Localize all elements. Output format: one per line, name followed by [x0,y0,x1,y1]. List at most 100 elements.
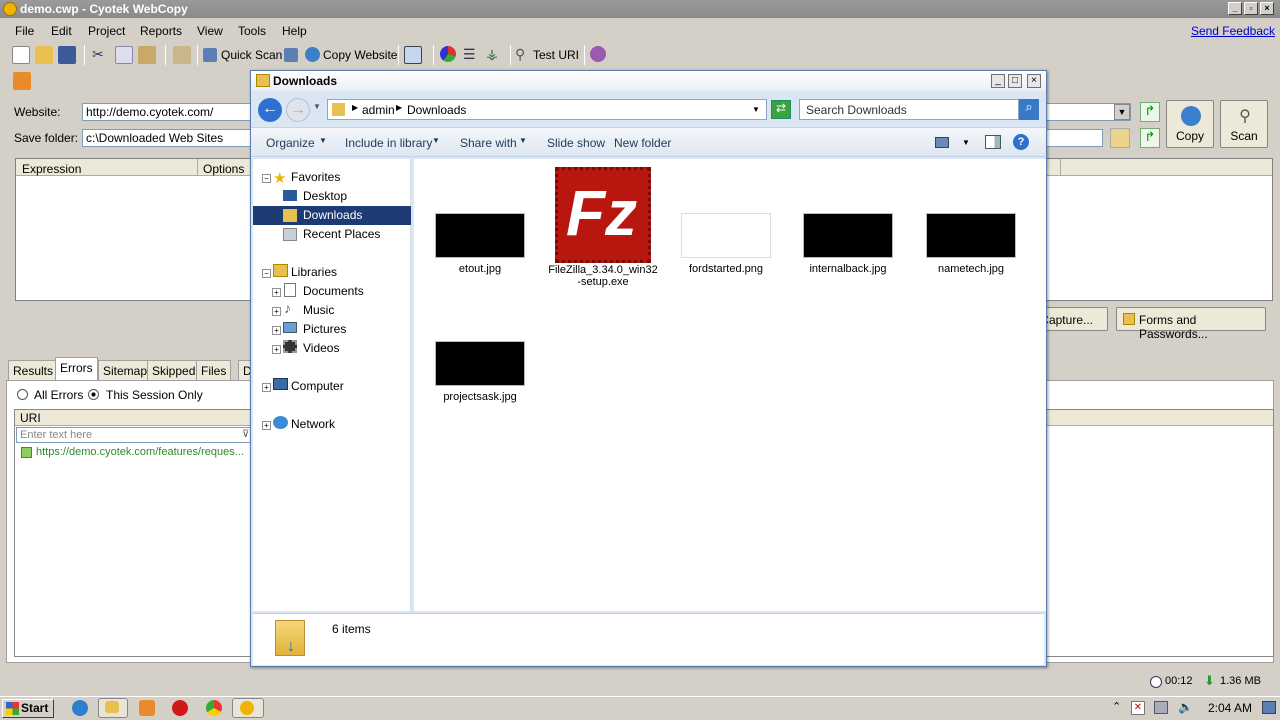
media-player-icon[interactable] [139,700,155,716]
column-header-expression[interactable]: Expression [22,162,81,176]
website-input[interactable]: http://demo.cyotek.com/ [82,103,252,121]
menu-project[interactable]: Project [88,24,125,38]
search-input[interactable]: Search Downloads [799,99,1019,120]
breadcrumb-downloads[interactable]: Downloads [407,103,466,117]
session-only-radio[interactable] [88,389,99,400]
rss-icon[interactable] [13,72,31,90]
maximize-button[interactable]: ▫ [1244,2,1258,15]
list-icon[interactable]: ☰ [463,46,481,64]
tab-sitemap[interactable]: Sitemap [98,360,153,380]
sitemap-icon[interactable]: ⚶ [486,46,504,64]
uri-filter-input[interactable]: Enter text here [16,427,251,443]
history-dropdown-icon[interactable]: ▼ [313,102,321,111]
back-arrow-icon[interactable]: ← [258,98,282,122]
column-header-options[interactable]: Options [203,162,244,176]
explorer-minimize-button[interactable]: _ [991,74,1005,88]
menu-file[interactable]: File [15,24,34,38]
quick-scan-icon[interactable] [203,48,217,62]
clock[interactable]: 2:04 AM [1208,701,1252,715]
show-hidden-icons[interactable]: ⌃ [1112,700,1121,713]
menu-tools[interactable]: Tools [238,24,266,38]
nav-downloads[interactable]: Downloads [253,206,411,225]
tab-skipped[interactable]: Skipped [147,360,201,380]
nav-desktop[interactable]: Desktop [253,187,411,206]
copy-button[interactable]: Copy [1166,100,1214,148]
new-folder-button[interactable]: New folder [614,136,671,150]
properties-icon[interactable] [173,46,191,64]
network-tray-icon[interactable] [1154,701,1168,714]
save-icon[interactable] [58,46,76,64]
nav-pictures[interactable]: Pictures [253,320,411,339]
address-dropdown-icon[interactable]: ▼ [752,105,760,114]
menu-help[interactable]: Help [282,24,307,38]
preview-pane-icon[interactable] [985,135,1001,149]
save-folder-input-tail[interactable] [1045,129,1103,147]
menu-edit[interactable]: Edit [51,24,72,38]
go-arrow-icon[interactable]: ↱ [1140,128,1160,148]
column-header-uri[interactable]: URI [20,411,41,425]
view-dropdown-icon[interactable]: ▼ [962,138,970,147]
save-folder-input[interactable]: c:\Downloaded Web Sites [82,129,252,147]
copy-icon[interactable] [115,46,133,64]
browse-folder-icon[interactable] [1110,128,1130,148]
send-feedback-link[interactable]: Send Feedback [1191,24,1275,38]
go-arrow-icon[interactable]: ↱ [1140,102,1160,122]
address-bar[interactable]: ▶ admin ▶ Downloads ▼ [327,99,767,120]
file-item[interactable]: Fz FileZilla_3.34.0_win32-setup.exe [548,167,658,288]
nav-videos[interactable]: Videos [253,339,411,358]
copy-website-button[interactable]: Copy Website [323,48,397,62]
tab-errors[interactable]: Errors [55,357,98,380]
refresh-icon[interactable]: ⇄ [771,100,791,119]
forms-passwords-button[interactable]: Forms and Passwords... [1116,307,1266,341]
menu-view[interactable]: View [197,24,223,38]
test-uri-icon[interactable]: ⚲ [515,46,533,64]
explorer-close-button[interactable]: × [1027,74,1041,88]
quick-scan-button[interactable]: Quick Scan [221,48,282,62]
scan-icon[interactable] [284,48,298,62]
nav-recent-places[interactable]: Recent Places [253,225,411,244]
close-button[interactable]: × [1260,2,1274,15]
globe-icon[interactable] [590,46,606,62]
breadcrumb-admin[interactable]: admin [362,103,395,117]
test-uri-button[interactable]: Test URI [533,48,579,62]
chrome-icon[interactable] [206,700,222,716]
rules-grid[interactable]: Expression Options [15,158,255,301]
help-icon[interactable]: ? [1013,134,1029,150]
copy-website-icon[interactable] [305,47,320,62]
nav-documents[interactable]: Documents [253,282,411,301]
minimize-button[interactable]: _ [1228,2,1242,15]
file-item[interactable]: projectsask.jpg [425,341,535,403]
view-options-icon[interactable] [935,137,949,148]
menu-reports[interactable]: Reports [140,24,182,38]
view-icon[interactable] [404,46,422,64]
slide-show-button[interactable]: Slide show [547,136,605,150]
file-item[interactable]: fordstarted.png [671,213,781,275]
search-icon[interactable]: ⌕ [1019,99,1039,120]
new-icon[interactable] [12,46,30,64]
show-desktop-icon[interactable] [1262,701,1276,714]
nav-libraries[interactable]: Libraries [253,263,411,282]
filter-icon[interactable]: ⊽ [242,429,249,440]
opera-icon[interactable] [172,700,188,716]
start-button[interactable]: Start [2,699,54,718]
all-errors-radio[interactable] [17,389,28,400]
tab-files[interactable]: Files [196,360,232,380]
scan-button[interactable]: ⚲ Scan [1220,100,1268,148]
paste-icon[interactable] [138,46,156,64]
open-icon[interactable] [35,46,53,64]
file-item[interactable]: etout.jpg [425,213,535,275]
forward-arrow-icon[interactable]: → [286,98,310,122]
file-item[interactable]: internalback.jpg [793,213,903,275]
uri-row[interactable]: https://demo.cyotek.com/features/reques.… [36,446,244,458]
cut-icon[interactable]: ✂ [92,46,110,64]
chevron-down-icon[interactable]: ▼ [1114,104,1130,120]
ie-icon[interactable] [72,700,88,716]
nav-music[interactable]: Music [253,301,411,320]
action-center-icon[interactable]: ✕ [1131,701,1145,715]
include-library-menu[interactable]: Include in library [345,136,432,150]
nav-favorites[interactable]: Favorites [253,168,411,187]
chart-icon[interactable] [440,46,456,62]
explorer-maximize-button[interactable]: □ [1008,74,1022,88]
organize-menu[interactable]: Organize [266,136,315,150]
tab-results[interactable]: Results [8,360,59,380]
